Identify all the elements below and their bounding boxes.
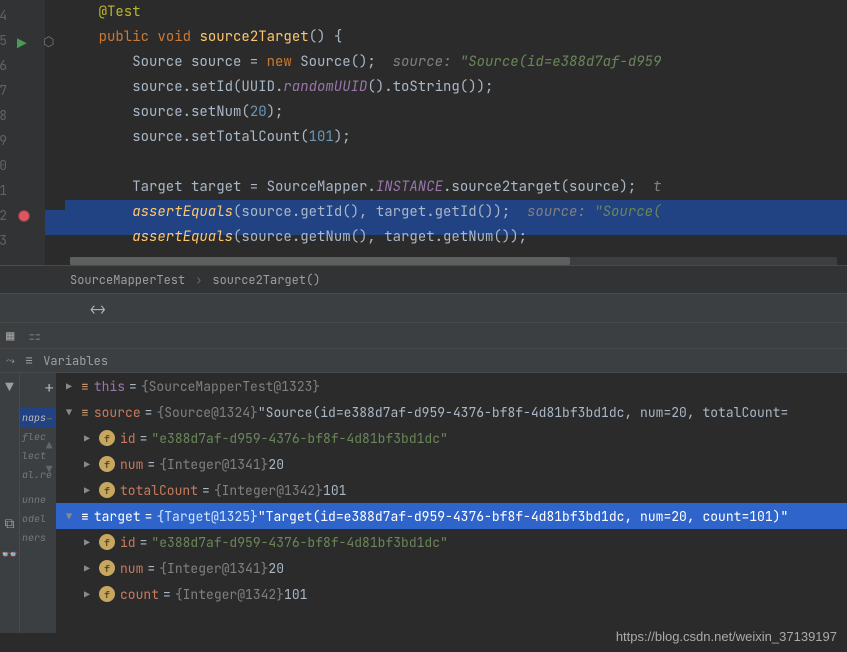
scroll-thumb[interactable] <box>70 257 570 265</box>
expand-icon[interactable]: ▶ <box>80 588 94 601</box>
down-icon[interactable]: ▼ <box>46 463 53 477</box>
field-icon: f <box>99 586 115 602</box>
expand-icon[interactable]: ▶ <box>80 432 94 445</box>
variable-this[interactable]: ▶ ≡ this = {SourceMapperTest@1323} <box>56 373 847 399</box>
frame-item[interactable]: unne <box>20 490 56 509</box>
variables-label: Variables <box>43 353 108 369</box>
breadcrumb-class[interactable]: SourceMapperTest <box>70 272 185 288</box>
watermark: https://blog.csdn.net/weixin_37139197 <box>616 629 837 644</box>
up-icon[interactable]: ▲ <box>46 439 53 453</box>
copy-icon[interactable]: ⧉ <box>5 515 15 533</box>
variable-source-num[interactable]: ▶ f num = {Integer@1341} 20 <box>56 451 847 477</box>
object-icon: ≡ <box>81 404 89 421</box>
glasses-icon[interactable]: 👓 <box>1 546 18 564</box>
frame-item[interactable]: odel <box>20 509 56 528</box>
variables-header: ⤳ ≡ Variables <box>0 349 847 373</box>
variable-source-id[interactable]: ▶ f id = "e388d7af-d959-4376-bf8f-4d81bf… <box>56 425 847 451</box>
filter-icon[interactable]: ▼ <box>5 379 13 397</box>
expand-icon[interactable]: ▶ <box>80 484 94 497</box>
add-icon[interactable]: + <box>44 377 54 398</box>
list-icon[interactable]: ≡ <box>25 352 33 370</box>
variable-target-id[interactable]: ▶ f id = "e388d7af-d959-4376-bf8f-4d81bf… <box>56 529 847 555</box>
field-icon: f <box>99 456 115 472</box>
field-icon: f <box>99 430 115 446</box>
breakpoint-icon[interactable] <box>18 210 30 222</box>
variables-tree[interactable]: ▶ ≡ this = {SourceMapperTest@1323} ▼ ≡ s… <box>56 373 847 633</box>
breadcrumb-method[interactable]: source2Target() <box>212 272 320 288</box>
variable-target[interactable]: ▼ ≡ target = {Target@1325} "Target(id=e3… <box>56 503 847 529</box>
debug-sidebar: ▼ ⧉ 👓 <box>0 373 20 633</box>
variable-target-count[interactable]: ▶ f count = {Integer@1342} 101 <box>56 581 847 607</box>
settings-icon[interactable]: ⚏ <box>28 327 41 345</box>
expand-icon[interactable]: ▶ <box>80 536 94 549</box>
arrow-icon[interactable]: ⤳ <box>6 354 15 368</box>
horizontal-scrollbar[interactable] <box>70 257 837 265</box>
line-numbers: 4 5 6 7 8 9 0 1 2 3 <box>0 0 7 253</box>
bookmark-icon[interactable]: ⬡ <box>43 33 54 50</box>
collapse-icon[interactable]: ▼ <box>62 406 76 419</box>
panel-divider[interactable]: ⟷ <box>0 293 847 323</box>
collapse-icon[interactable]: ▼ <box>62 510 76 523</box>
expand-icon[interactable]: ▶ <box>62 380 76 393</box>
code-editor[interactable]: 4 5 6 7 8 9 0 1 2 3 ▶ ⬡ @Test public voi… <box>0 0 847 265</box>
variable-source[interactable]: ▼ ≡ source = {Source@1324} "Source(id=e3… <box>56 399 847 425</box>
field-icon: f <box>99 482 115 498</box>
chevron-right-icon: › <box>195 272 202 288</box>
resize-cursor-icon: ⟷ <box>90 301 106 318</box>
run-test-icon[interactable]: ▶ <box>17 33 27 54</box>
remove-icon[interactable]: − <box>44 408 54 429</box>
object-icon: ≡ <box>81 508 89 525</box>
frame-item[interactable]: ners <box>20 528 56 547</box>
expand-icon[interactable]: ▶ <box>80 562 94 575</box>
code-content[interactable]: @Test public void source2Target() { Sour… <box>65 0 847 250</box>
expand-icon[interactable]: ▶ <box>80 458 94 471</box>
debug-panel: ▼ ⧉ 👓 + − ▲ ▼ naps flec lect al.re unne … <box>0 373 847 633</box>
field-icon: f <box>99 534 115 550</box>
debug-toolbar: ▦ ⚏ <box>0 323 847 349</box>
object-icon: ≡ <box>81 378 89 395</box>
variable-source-totalcount[interactable]: ▶ f totalCount = {Integer@1342} 101 <box>56 477 847 503</box>
field-icon: f <box>99 560 115 576</box>
frames-panel[interactable]: + − ▲ ▼ naps flec lect al.re unne odel n… <box>20 373 56 633</box>
variable-target-num[interactable]: ▶ f num = {Integer@1341} 20 <box>56 555 847 581</box>
calculator-icon[interactable]: ▦ <box>6 327 14 345</box>
breadcrumb[interactable]: SourceMapperTest › source2Target() <box>0 265 847 293</box>
